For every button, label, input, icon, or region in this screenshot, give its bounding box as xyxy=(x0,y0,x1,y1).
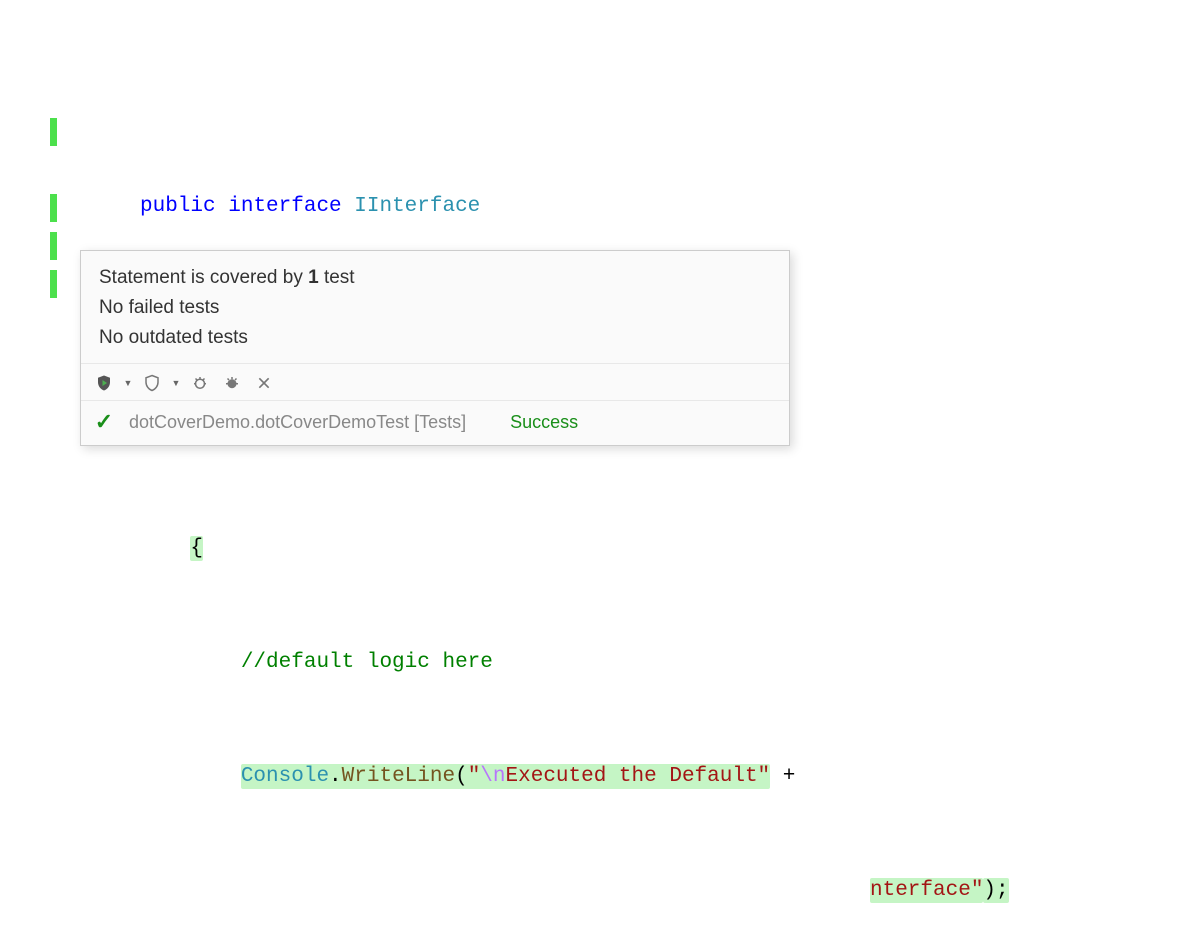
debug-icon[interactable] xyxy=(187,370,213,396)
tooltip-toolbar: ▼ ▼ xyxy=(81,363,789,400)
code-line[interactable]: nterface"); xyxy=(0,872,1200,910)
test-status: Success xyxy=(510,412,578,433)
shield-run-icon[interactable] xyxy=(91,370,117,396)
close-icon[interactable] xyxy=(251,370,277,396)
code-line[interactable]: public interface IInterface xyxy=(0,188,1200,226)
dropdown-icon[interactable]: ▼ xyxy=(123,370,133,396)
debug-filled-icon[interactable] xyxy=(219,370,245,396)
coverage-marker[interactable] xyxy=(50,118,57,146)
coverage-gutter xyxy=(50,0,60,948)
coverage-tooltip: Statement is covered by 1 test No failed… xyxy=(80,250,790,446)
code-line[interactable]: //default logic here xyxy=(0,644,1200,682)
type-name: IInterface xyxy=(354,195,480,218)
code-line[interactable]: { xyxy=(0,530,1200,568)
code-line[interactable]: Console.WriteLine("\nExecuted the Defaul… xyxy=(0,758,1200,796)
code-editor[interactable]: public interface IInterface { void Metho… xyxy=(0,0,1200,948)
keyword: public xyxy=(140,195,216,218)
statement-end: ); xyxy=(983,878,1008,903)
brace-covered: { xyxy=(190,536,203,561)
coverage-marker[interactable] xyxy=(50,194,57,222)
dropdown-icon[interactable]: ▼ xyxy=(171,370,181,396)
coverage-marker[interactable] xyxy=(50,232,57,260)
comment: //default logic here xyxy=(241,651,493,674)
covered-string-tail: nterface" xyxy=(870,878,983,903)
test-path: dotCoverDemo.dotCoverDemoTest [Tests] xyxy=(129,412,466,433)
coverage-marker[interactable] xyxy=(50,270,57,298)
check-icon: ✓ xyxy=(93,409,115,435)
test-result-row[interactable]: ✓ dotCoverDemo.dotCoverDemoTest [Tests] … xyxy=(81,400,789,445)
coverage-summary: Statement is covered by 1 test xyxy=(99,263,771,293)
shield-icon[interactable] xyxy=(139,370,165,396)
no-outdated-tests: No outdated tests xyxy=(99,323,771,353)
tooltip-body: Statement is covered by 1 test No failed… xyxy=(81,251,789,363)
no-failed-tests: No failed tests xyxy=(99,293,771,323)
covered-statement: Console.WriteLine("\nExecuted the Defaul… xyxy=(241,764,770,789)
keyword: interface xyxy=(228,195,341,218)
